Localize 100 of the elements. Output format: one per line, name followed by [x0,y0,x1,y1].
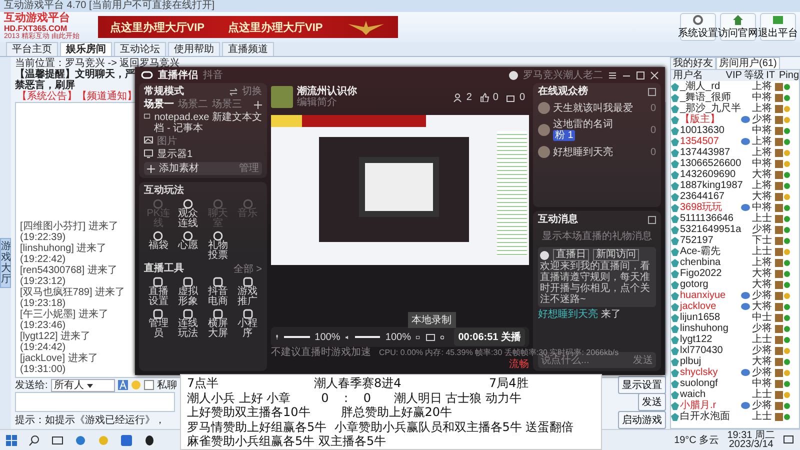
streamer-name[interactable]: 罗马竞兴潮人老二 [523,68,603,82]
action-button[interactable]: 显示设置 [618,376,666,394]
tool-button[interactable]: 虚拟形象 [174,277,202,307]
source-item[interactable]: 图片 [157,136,177,147]
nav-tab[interactable]: 使用帮助 [168,42,220,56]
add-icon[interactable] [254,100,262,108]
feature-button[interactable]: 福袋 [144,231,173,261]
source-item[interactable]: notepad.exe 新建文本文档 - 记事本 [154,112,262,134]
notification-icon[interactable] [783,434,794,446]
side-tab[interactable]: 游戏大厅 [0,238,11,288]
user-name[interactable]: 752197 [680,235,740,246]
user-name[interactable]: _舞语_很师 [680,92,740,103]
user-name[interactable]: 23644167 [680,191,740,202]
user-name[interactable]: 137443987 [680,147,740,158]
viewer-name[interactable]: 好想睡到天亮 [538,309,598,320]
nav-tab[interactable]: 娱乐房间 [60,42,112,56]
switch-link[interactable]: 切换 [242,86,262,97]
user-name[interactable]: 3698玩玩 [680,202,740,213]
viewer-name[interactable]: 天生就该叫我最爱 [553,102,648,114]
tool-button[interactable]: 小程序 [233,309,262,339]
stop-live-button[interactable]: 00:06:51 关播 [454,328,526,346]
nav-tab[interactable]: 平台主页 [6,42,58,56]
user-rank: 中将 [752,158,773,169]
user-name[interactable]: 1432609690 [680,169,740,180]
user-name[interactable]: 10013630 [680,125,740,136]
maximize-icon[interactable] [636,70,645,80]
viewer-name[interactable]: 这地雷的名词 [553,119,648,130]
windows-start-icon[interactable] [6,434,17,446]
feature-button[interactable]: 观众连线 [174,199,202,229]
app-icon[interactable] [121,434,132,446]
banner-text: 点这里办理大厅VIP [228,20,323,34]
app-icon[interactable] [75,434,86,446]
user-name[interactable]: Ace-霸先 [680,246,740,257]
popout-icon[interactable] [648,216,656,224]
scene-tab[interactable]: 场景一 [144,99,174,110]
source-item[interactable]: 显示器1 [157,149,193,160]
user-name[interactable]: 5111136646 [680,213,740,224]
add-icon[interactable] [147,164,155,172]
header-button[interactable]: 访问官网 [720,13,756,41]
user-name[interactable]: _那沙_九尺半 [680,103,740,114]
user-name[interactable]: shyclsky [680,367,740,378]
user-name[interactable]: jacklove [680,301,740,312]
user-rank: 上士 [752,334,773,345]
user-name[interactable]: chenbina [680,257,740,268]
user-rank: 上将 [752,147,773,158]
user-name[interactable]: gotorg [680,279,740,290]
menu-icon[interactable] [608,70,617,80]
recipient-dropdown[interactable]: 所有人 [50,378,115,392]
user-name[interactable]: lijun1658 [680,312,740,323]
font-icon[interactable] [118,380,128,390]
user-name[interactable]: lygt122 [680,334,740,345]
user-name[interactable]: plbuj [680,356,740,367]
header-button[interactable]: 系统设置 [680,13,716,41]
user-name[interactable]: 白开水泡面 [680,411,740,422]
users-tab[interactable]: 房间用户(61) [716,57,780,69]
feature-button[interactable]: 心愿 [174,231,202,261]
user-name[interactable]: huanxiyue [680,290,740,301]
avatar-placeholder [540,250,549,260]
user-name[interactable]: 1354507 [680,136,740,147]
avatar-placeholder[interactable] [509,70,518,80]
user-name[interactable]: 13066526600 [680,158,740,169]
nav-tab[interactable]: 直播频道 [222,42,274,56]
user-name[interactable]: _潮人_rd [680,81,740,92]
user-name[interactable]: lxl770430 [680,345,740,356]
private-checkbox[interactable] [144,380,154,390]
weather-text[interactable]: 19°C 多云 [674,433,720,447]
add-source-button[interactable]: 添加素材 [159,163,199,174]
action-button[interactable]: 启动游戏 [618,411,666,429]
search-icon[interactable] [29,434,40,446]
send-button[interactable]: 发送 [638,393,666,411]
user-name[interactable]: 5321649951a [680,224,740,235]
scene-tab[interactable]: 场景二 [178,99,208,110]
user-name[interactable]: 小腊月.r [680,400,740,411]
popout-icon[interactable] [648,88,656,96]
vip-banner[interactable]: 点这里办理大厅VIP 点这里办理大厅VIP [98,16,398,38]
user-name[interactable]: suolongf [680,378,740,389]
show-all-link[interactable]: 全部 > [233,264,262,274]
user-name[interactable]: 1887king1987 [680,180,740,191]
tool-button[interactable]: 连线玩法 [174,309,202,339]
tool-button[interactable]: 直播设置 [144,277,173,307]
tool-button[interactable]: 游戏推广 [233,277,262,307]
message-input[interactable] [15,392,175,412]
user-name[interactable]: 【版主】 [680,114,740,125]
scene-tab[interactable]: 场景三 [212,99,242,110]
user-name[interactable]: linshuhong [680,323,740,334]
clock[interactable]: 19:31 周二 2023/3/14 [727,431,775,449]
close-icon[interactable] [650,70,659,80]
viewer-name[interactable]: 好想睡到天亮 [553,146,648,158]
tool-button[interactable]: 横屏大屏 [204,309,232,339]
header-button[interactable]: 退出平台 [760,13,796,41]
room-description[interactable]: 编辑简介 [297,97,357,108]
mode-label[interactable]: 常规模式 [144,86,184,97]
nav-tab[interactable]: 互动论坛 [114,42,166,56]
tool-button[interactable]: 抖音电商 [204,277,232,307]
user-name[interactable]: Figo2022 [680,268,740,279]
task-view-icon[interactable] [52,434,63,446]
tool-button[interactable]: 管理员 [144,309,173,339]
user-name[interactable]: waich [680,389,740,400]
feature-button[interactable]: 礼物投票 [204,231,232,261]
swap-arrows-icon[interactable] [229,88,238,96]
